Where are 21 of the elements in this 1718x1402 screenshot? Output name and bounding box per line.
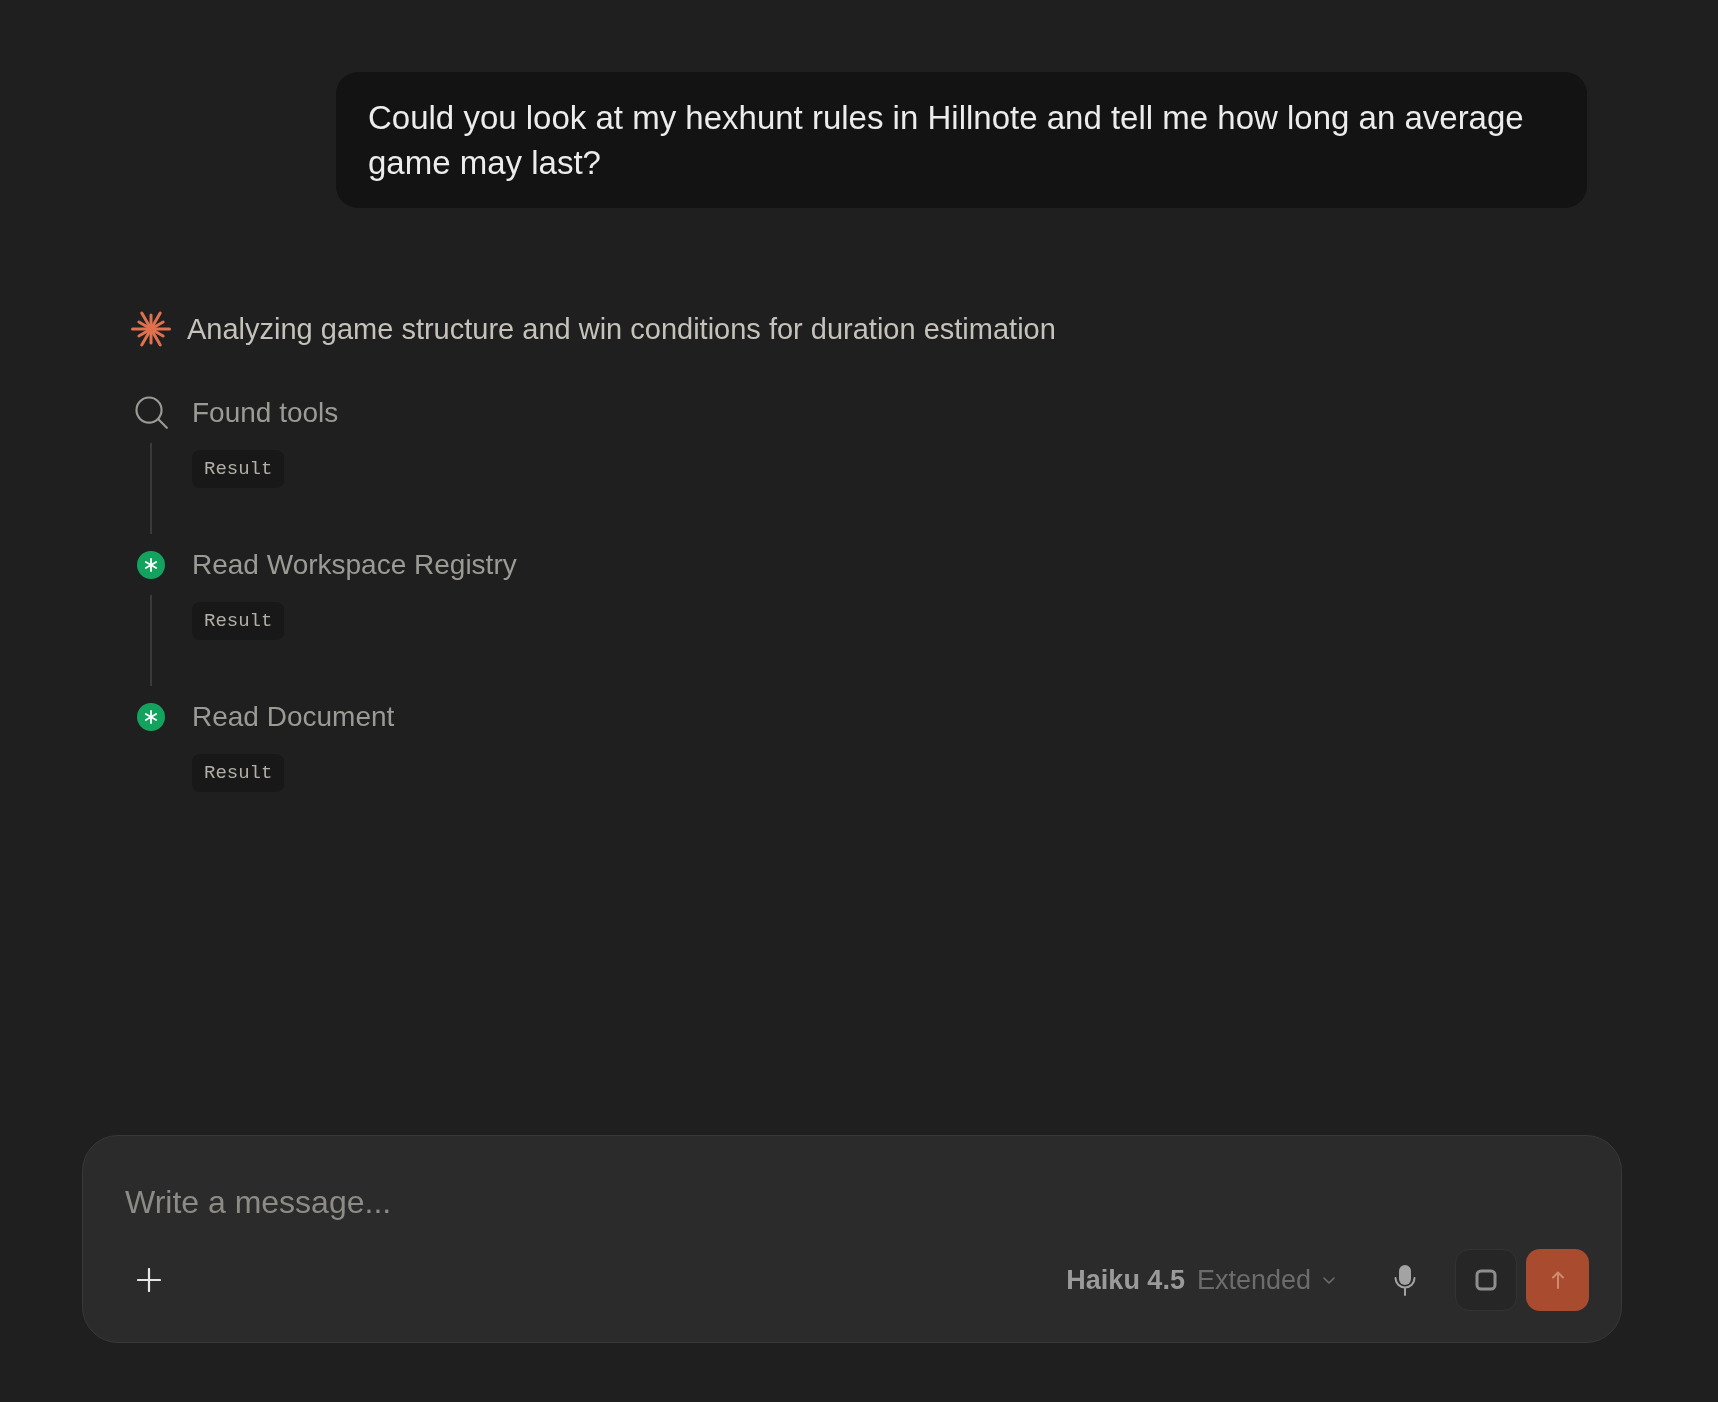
send-button[interactable] bbox=[1526, 1249, 1589, 1311]
microphone-icon bbox=[1394, 1264, 1416, 1296]
result-button[interactable]: Result bbox=[192, 450, 285, 488]
step-title: Read Workspace Registry bbox=[192, 548, 517, 581]
stop-button[interactable] bbox=[1455, 1249, 1517, 1311]
asterisk-icon bbox=[137, 702, 165, 731]
chevron-down-icon bbox=[1323, 1276, 1335, 1284]
step-title: Read Document bbox=[192, 700, 395, 733]
status-text: Analyzing game structure and win conditions for duration estimation bbox=[187, 312, 1056, 347]
step-title: Found tools bbox=[192, 396, 339, 429]
message-input[interactable]: Write a message... bbox=[125, 1180, 1579, 1224]
starburst-icon bbox=[131, 309, 171, 349]
stop-square-icon bbox=[1475, 1269, 1497, 1291]
arrow-up-icon bbox=[1551, 1271, 1564, 1289]
plus-icon bbox=[137, 1268, 161, 1292]
result-button[interactable]: Result bbox=[192, 754, 285, 792]
model-selector[interactable]: Haiku 4.5 Extended bbox=[1066, 1258, 1335, 1302]
search-icon bbox=[134, 396, 168, 429]
result-button[interactable]: Result bbox=[192, 602, 285, 640]
asterisk-icon bbox=[137, 550, 165, 579]
user-message-text: Could you look at my hexhunt rules in Hillnote and tell me how long an average game may last? bbox=[368, 98, 1525, 183]
